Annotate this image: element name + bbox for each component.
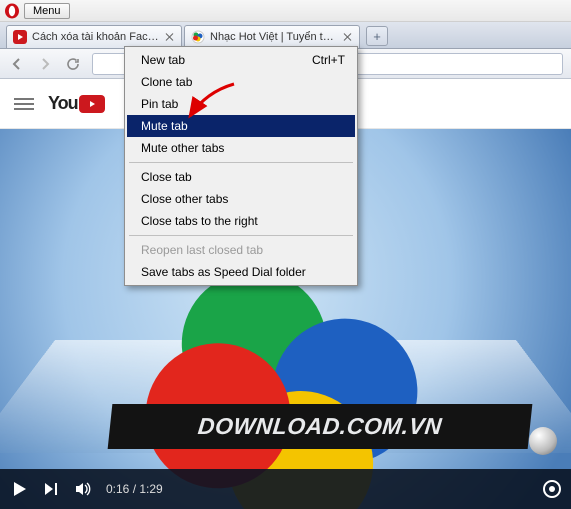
tab-title: Nhạc Hot Việt | Tuyển tập nh: [210, 31, 339, 43]
logo-text-you: You: [48, 93, 78, 114]
menu-item-close-tabs-right[interactable]: Close tabs to the right: [127, 210, 355, 232]
menu-button[interactable]: Menu: [24, 3, 70, 19]
browser-tab[interactable]: Cách xóa tài khoản Facebook: [6, 25, 182, 48]
menu-item-save-speed-dial[interactable]: Save tabs as Speed Dial folder: [127, 261, 355, 283]
youtube-logo[interactable]: You: [48, 93, 106, 114]
menu-item-close-tab[interactable]: Close tab: [127, 166, 355, 188]
volume-button[interactable]: [74, 480, 92, 498]
tab-strip: Cách xóa tài khoản Facebook Nhạc Hot Việ…: [0, 22, 571, 49]
new-tab-button[interactable]: +: [366, 26, 388, 46]
menu-separator: [129, 235, 353, 236]
menu-item-clone-tab[interactable]: Clone tab: [127, 71, 355, 93]
opera-logo-icon: [4, 3, 20, 19]
menu-item-new-tab[interactable]: New tabCtrl+T: [127, 49, 355, 71]
menu-separator: [129, 162, 353, 163]
next-button[interactable]: [42, 480, 60, 498]
menu-item-reopen-last-closed: Reopen last closed tab: [127, 239, 355, 261]
tab-context-menu: New tabCtrl+T Clone tab Pin tab Mute tab…: [124, 46, 358, 286]
tab-title: Cách xóa tài khoản Facebook: [32, 31, 161, 43]
settings-button[interactable]: [543, 480, 561, 498]
close-tab-icon[interactable]: [165, 32, 175, 42]
hamburger-icon[interactable]: [14, 98, 34, 110]
youtube-favicon-icon: [13, 30, 27, 44]
close-tab-icon[interactable]: [343, 32, 353, 42]
window-titlebar: Menu: [0, 0, 571, 22]
menu-item-mute-other-tabs[interactable]: Mute other tabs: [127, 137, 355, 159]
player-controls: 0:16 / 1:29: [0, 469, 571, 509]
menu-item-mute-tab[interactable]: Mute tab: [127, 115, 355, 137]
menu-item-pin-tab[interactable]: Pin tab: [127, 93, 355, 115]
browser-tab[interactable]: Nhạc Hot Việt | Tuyển tập nh: [184, 25, 360, 48]
play-badge-icon: [79, 95, 105, 113]
play-button[interactable]: [10, 480, 28, 498]
forward-button[interactable]: [36, 55, 54, 73]
sphere-graphic: [529, 427, 557, 455]
multicolor-favicon-icon: [191, 30, 205, 44]
menu-item-close-other-tabs[interactable]: Close other tabs: [127, 188, 355, 210]
back-button[interactable]: [8, 55, 26, 73]
video-banner: DOWNLOAD.COM.VN: [108, 404, 533, 449]
time-display: 0:16 / 1:29: [106, 482, 163, 496]
reload-button[interactable]: [64, 55, 82, 73]
